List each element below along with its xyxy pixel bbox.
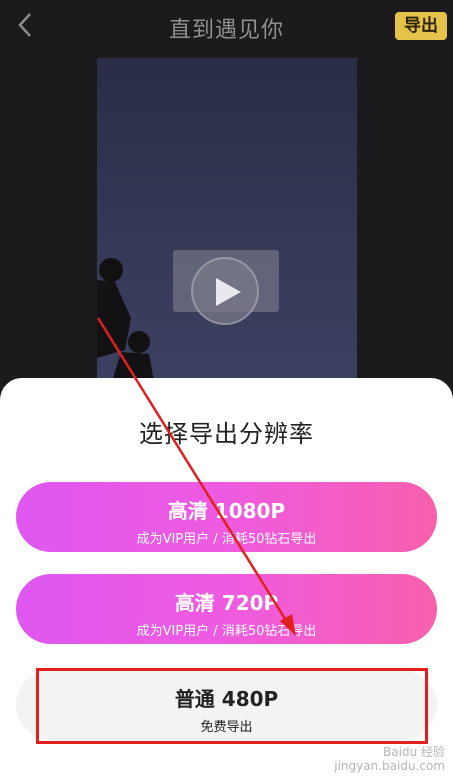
option-desc: 成为VIP用户 / 消耗50钻石导出 [136,532,317,547]
watermark-line-1: Baidu 经验 [383,745,445,759]
page-title: 直到遇见你 [168,18,284,43]
option-name: 高清 720P [174,591,279,615]
watermark: Baidu 经验 jingyan.baidu.com [334,745,445,773]
top-bar: 直到遇见你 导出 [0,0,453,54]
option-desc: 成为VIP用户 / 消耗50钻石导出 [136,624,317,639]
option-name: 高清 1080P [167,499,286,523]
watermark-line-2: jingyan.baidu.com [334,759,445,773]
silhouette-image [97,258,156,388]
play-button[interactable] [191,257,259,325]
option-1080p-button[interactable]: 高清 1080P 成为VIP用户 / 消耗50钻石导出 [16,482,437,552]
video-preview[interactable] [97,58,357,388]
export-button[interactable]: 导出 [395,12,447,40]
annotation-highlight-box [36,668,428,744]
option-720p-button[interactable]: 高清 720P 成为VIP用户 / 消耗50钻石导出 [16,574,437,644]
play-icon [216,278,241,306]
sheet-title: 选择导出分辨率 [139,420,314,448]
